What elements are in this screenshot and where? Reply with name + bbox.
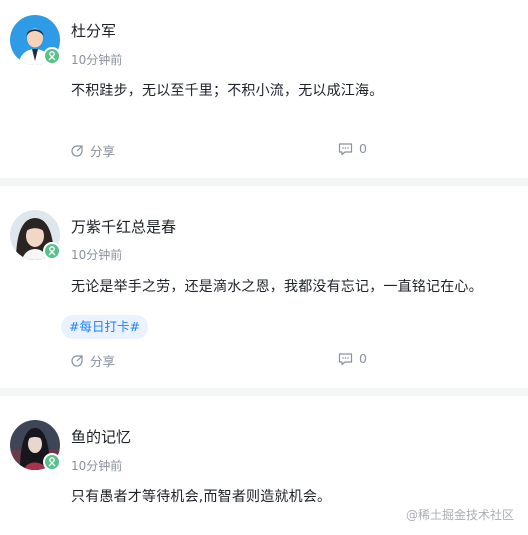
post-content: 只有愚者才等待机会,而智者则造就机会。 xyxy=(71,489,332,505)
post-time: 10分钟前 xyxy=(71,248,123,262)
watermark: @稀土掘金技术社区 xyxy=(405,508,514,522)
share-label: 分享 xyxy=(90,354,116,369)
comment-button[interactable]: 0 xyxy=(338,351,367,366)
comment-icon xyxy=(338,142,353,155)
topic-tag[interactable]: #每日打卡# xyxy=(61,315,148,339)
share-icon xyxy=(71,144,83,157)
share-button[interactable]: 分享 xyxy=(70,141,115,160)
post-time: 10分钟前 xyxy=(71,459,123,473)
post-time: 10分钟前 xyxy=(71,53,123,67)
comment-count: 0 xyxy=(359,141,367,156)
post-content: 不积跬步，无以至千里；不积小流，无以成江海。 xyxy=(71,83,384,99)
share-label: 分享 xyxy=(90,144,116,159)
verified-badge-icon xyxy=(43,242,61,260)
comment-count: 0 xyxy=(359,351,367,366)
verified-badge-icon xyxy=(43,453,61,471)
feed: 杜分军 10分钟前 不积跬步，无以至千里；不积小流，无以成江海。 分享 0 万紫… xyxy=(0,0,528,535)
post-content: 无论是举手之劳，还是滴水之恩，我都没有忘记，一直铭记在心。 xyxy=(71,279,483,295)
share-icon xyxy=(71,354,83,367)
comment-button[interactable]: 0 xyxy=(338,141,367,156)
post-card: 万紫千红总是春 10分钟前 无论是举手之劳，还是滴水之恩，我都没有忘记，一直铭记… xyxy=(0,186,528,388)
share-button[interactable]: 分享 xyxy=(70,351,115,370)
post-card: 杜分军 10分钟前 不积跬步，无以至千里；不积小流，无以成江海。 分享 0 xyxy=(0,0,528,178)
username[interactable]: 鱼的记忆 xyxy=(71,426,131,447)
verified-badge-icon xyxy=(43,47,61,65)
username[interactable]: 杜分军 xyxy=(71,20,116,41)
comment-icon xyxy=(338,352,353,365)
username[interactable]: 万紫千红总是春 xyxy=(71,216,176,237)
